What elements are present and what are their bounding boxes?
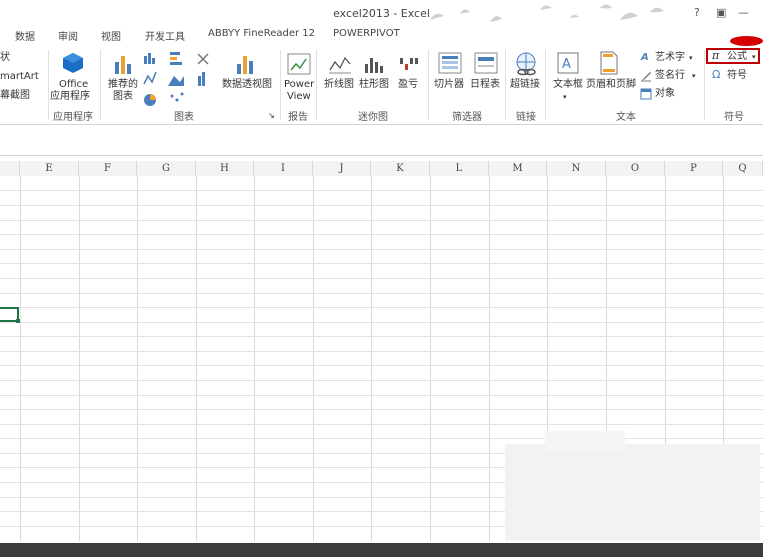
wordart-button[interactable]: 艺术字 [655, 52, 685, 64]
chart-type-icons[interactable] [142, 50, 220, 106]
office-apps-label-2[interactable]: 应用程序 [50, 91, 90, 103]
equation-dropdown[interactable]: ▾ [752, 51, 756, 63]
textbox-dropdown[interactable]: ▾ [563, 91, 567, 103]
hyperlink-icon [516, 52, 536, 76]
recommended-charts-label-2[interactable]: 图表 [113, 91, 133, 103]
group-label-symbols: 符号 [724, 112, 744, 123]
sparkline-winloss-icon [400, 58, 418, 70]
screenshot-button[interactable]: 幕截图 [0, 90, 30, 102]
column-header-m[interactable]: M [489, 161, 547, 176]
column-header-j[interactable]: J [313, 161, 371, 176]
group-separator [704, 50, 705, 120]
timeline-button[interactable]: 日程表 [470, 79, 500, 91]
group-label-text: 文本 [616, 112, 636, 123]
charts-dialog-launcher[interactable]: ↘ [268, 110, 275, 122]
signature-dropdown[interactable]: ▾ [692, 70, 696, 82]
column-header-q[interactable]: Q [723, 161, 763, 176]
tab-data[interactable]: 数据 [15, 28, 35, 43]
column-header-n[interactable]: N [547, 161, 606, 176]
status-bar [0, 543, 763, 557]
svg-text:A: A [562, 57, 571, 72]
group-label-reports: 报告 [288, 112, 308, 123]
fill-handle[interactable] [16, 319, 20, 323]
wordart-icon[interactable]: A [641, 52, 649, 64]
column-header-p[interactable]: P [665, 161, 723, 176]
group-separator [48, 50, 49, 120]
group-label-charts: 图表 [174, 112, 194, 123]
group-label-filters: 筛选器 [452, 112, 482, 123]
column-header-h[interactable]: H [196, 161, 254, 176]
column-header-g[interactable]: G [137, 161, 196, 176]
timeline-icon [474, 52, 498, 74]
wordart-dropdown[interactable]: ▾ [689, 52, 693, 64]
group-separator [100, 50, 101, 120]
group-separator [316, 50, 317, 120]
column-header-i[interactable]: I [254, 161, 313, 176]
office-store-icon [63, 53, 83, 73]
column-header-row: E F G H I J K L M N O P Q [0, 161, 763, 177]
formula-bar-area [0, 125, 763, 156]
header-footer-button[interactable]: 页眉和页脚 [586, 79, 636, 91]
pivot-chart-button[interactable]: 数据透视图 [222, 79, 272, 91]
restore-button[interactable]: ▣ [716, 6, 726, 19]
hyperlink-button[interactable]: 超链接 [510, 79, 540, 91]
tab-developer[interactable]: 开发工具 [145, 28, 185, 43]
ribbon: 状 martArt 幕截图 Office 应用程序 应用程序 推荐的 图表 数据… [0, 46, 763, 125]
shapes-button[interactable]: 状 [0, 52, 10, 64]
blurred-region [545, 431, 625, 451]
group-label-sparklines: 迷你图 [358, 112, 388, 123]
pi-icon: π [712, 49, 720, 62]
recommended-charts-icon [115, 56, 131, 74]
office-apps-label-1[interactable]: Office [59, 79, 88, 91]
symbol-button[interactable]: 符号 [727, 70, 747, 82]
group-separator [280, 50, 281, 120]
group-label-apps: 应用程序 [53, 112, 93, 123]
sparkline-line-button[interactable]: 折线图 [324, 79, 354, 91]
recommended-charts-label-1[interactable]: 推荐的 [108, 79, 138, 91]
signature-line-button[interactable]: 签名行 [655, 70, 685, 82]
column-header-e[interactable]: E [20, 161, 79, 176]
column-header-l[interactable]: L [430, 161, 489, 176]
group-separator [505, 50, 506, 120]
equation-button[interactable]: 公式 [727, 51, 747, 63]
tab-view[interactable]: 视图 [101, 28, 121, 43]
slicer-icon [438, 52, 462, 74]
column-header-f[interactable]: F [79, 161, 137, 176]
sparkline-column-button[interactable]: 柱形图 [359, 79, 389, 91]
column-header-k[interactable]: K [371, 161, 430, 176]
redacted-mark [730, 36, 763, 46]
object-icon [640, 88, 652, 100]
power-view-icon [287, 53, 311, 75]
blurred-region [505, 444, 760, 541]
help-button[interactable]: ? [694, 6, 700, 19]
worksheet-grid[interactable] [0, 176, 763, 541]
title-bar: excel2013 - Excel ? ▣ — [0, 0, 763, 25]
smartart-button[interactable]: martArt [0, 71, 39, 83]
signature-icon [641, 72, 651, 82]
column-header[interactable] [0, 161, 20, 176]
power-view-label-2[interactable]: View [287, 91, 311, 103]
minimize-button[interactable]: — [738, 6, 749, 19]
sparkline-column-icon [365, 58, 383, 73]
pivot-chart-icon [237, 56, 253, 74]
textbox-icon: A [557, 52, 579, 74]
group-separator [428, 50, 429, 120]
sparkline-winloss-button[interactable]: 盈亏 [398, 79, 418, 91]
omega-icon: Ω [712, 68, 721, 81]
sparkline-line-icon [329, 56, 351, 74]
tab-powerpivot[interactable]: POWERPIVOT [333, 28, 400, 39]
group-separator [545, 50, 546, 120]
window-title: excel2013 - Excel [333, 7, 430, 20]
tab-review[interactable]: 审阅 [58, 28, 78, 43]
slicer-button[interactable]: 切片器 [434, 79, 464, 91]
tab-abbyy[interactable]: ABBYY FineReader 12 [208, 28, 315, 39]
power-view-label-1[interactable]: Power [284, 79, 314, 91]
textbox-button[interactable]: 文本框 [553, 79, 583, 91]
ribbon-tabs: 数据 审阅 视图 开发工具 ABBYY FineReader 12 POWERP… [0, 25, 763, 46]
object-button[interactable]: 对象 [655, 88, 675, 100]
column-header-o[interactable]: O [606, 161, 665, 176]
group-label-links: 链接 [516, 112, 536, 123]
header-footer-icon [600, 51, 618, 75]
